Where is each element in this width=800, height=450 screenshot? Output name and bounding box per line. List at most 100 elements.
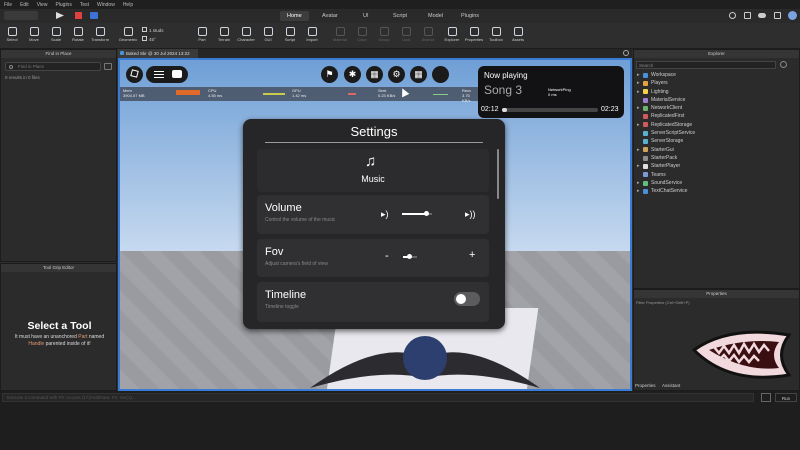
volume-slider-knob[interactable]: [424, 211, 430, 216]
stat-gpu[interactable]: GPU 1.42 ms: [292, 88, 306, 98]
assets-button[interactable]: Assets: [506, 25, 530, 47]
explorer-item[interactable]: ReplicatedFirst: [637, 112, 797, 120]
color-button[interactable]: Color: [350, 25, 374, 47]
menu-test[interactable]: Test: [80, 2, 89, 8]
collisions-field[interactable]: 1 studs: [142, 27, 182, 35]
menu-help[interactable]: Help: [123, 2, 133, 8]
find-search-input[interactable]: Find in Place: [5, 62, 101, 71]
explorer-filter-input[interactable]: Search: [636, 61, 776, 69]
settings-scrollbar[interactable]: [497, 149, 499, 199]
material-button[interactable]: Material: [328, 25, 352, 47]
share-icon[interactable]: [729, 12, 736, 19]
character-button[interactable]: Character: [234, 25, 258, 47]
tab-ui[interactable]: UI: [356, 11, 376, 21]
shopping-cart-button[interactable]: ▦: [410, 66, 427, 83]
command-bar-input[interactable]: Execute a command with F9: xx=pos (17)/A…: [2, 393, 754, 402]
explorer-item[interactable]: ServerScriptService: [637, 129, 797, 137]
avatar[interactable]: [788, 11, 797, 20]
grid-menu-button[interactable]: ▦: [366, 66, 383, 83]
group-button[interactable]: Group: [372, 25, 396, 47]
explorer-item[interactable]: ▸ SoundService: [637, 179, 797, 187]
explorer-item[interactable]: StarterPack: [637, 154, 797, 162]
toolbox-button[interactable]: Toolbox: [484, 25, 508, 47]
song-progress-bar[interactable]: [502, 108, 598, 112]
explorer-item[interactable]: ▸ StarterGui: [637, 146, 797, 154]
part-button[interactable]: Part: [190, 25, 214, 47]
device-icon[interactable]: [90, 12, 98, 19]
fov-slider-knob[interactable]: [406, 254, 412, 259]
hamburger-menu-icon[interactable]: [154, 71, 164, 78]
fov-slider-track[interactable]: [403, 254, 417, 259]
explorer-item[interactable]: MaterialService: [637, 96, 797, 104]
explorer-item[interactable]: Teams: [637, 171, 797, 179]
menu-file[interactable]: File: [4, 2, 12, 8]
explorer-item[interactable]: ▸ TextChatService: [637, 187, 797, 195]
checkbox-icon[interactable]: [142, 36, 147, 41]
properties-button[interactable]: Properties: [462, 25, 486, 47]
menu-edit[interactable]: Edit: [20, 2, 29, 8]
scale-tool-button[interactable]: Scale: [44, 25, 68, 47]
checkbox-icon[interactable]: [142, 27, 147, 32]
explorer-item[interactable]: ▸ Players: [637, 79, 797, 87]
blank-circle-button[interactable]: [432, 66, 449, 83]
stat-sent[interactable]: Sent 0.23 KB/s: [378, 88, 395, 98]
tab-home[interactable]: Home: [280, 11, 309, 21]
stat-mem[interactable]: Mem 3904.57 MB: [123, 88, 145, 98]
timeline-toggle[interactable]: [454, 292, 480, 306]
stop-icon[interactable]: [75, 12, 82, 19]
explorer-item[interactable]: ▸ Lighting: [637, 88, 797, 96]
explorer-item[interactable]: ▸ Workspace: [637, 71, 797, 79]
volume-slider-track[interactable]: [402, 211, 432, 216]
explorer-refresh-icon[interactable]: [780, 61, 787, 68]
explorer-item[interactable]: ▸ ReplicatedStorage: [637, 121, 797, 129]
explorer-button[interactable]: Explorer: [440, 25, 464, 47]
menu-plugins[interactable]: Plugins: [55, 2, 71, 8]
tab-avatar[interactable]: Avatar: [315, 11, 345, 21]
import-button[interactable]: Import: [300, 25, 324, 47]
properties-filter-input[interactable]: Filter Properties (Ctrl+Shift+P): [636, 300, 690, 305]
stat-cpu[interactable]: CPU 4.55 ms: [208, 88, 222, 98]
rotate-tool-button[interactable]: Rotate: [66, 25, 90, 47]
settings-gear-icon[interactable]: [623, 50, 629, 56]
emote-button[interactable]: ✱: [344, 66, 361, 83]
tab-assistant-bottom[interactable]: Assistant: [662, 383, 680, 388]
mode-dropdown[interactable]: [4, 11, 38, 20]
explorer-item[interactable]: ServerStorage: [637, 137, 797, 145]
history-icon[interactable]: [761, 393, 771, 402]
move-tool-button[interactable]: Move: [22, 25, 46, 47]
terrain-button[interactable]: Terrain: [212, 25, 236, 47]
shop-bag-button[interactable]: ⚑: [321, 66, 338, 83]
explorer-item[interactable]: ▸ StarterPlayer: [637, 162, 797, 170]
anchor-button[interactable]: Anchor: [416, 25, 440, 47]
cloud-icon[interactable]: [758, 13, 766, 18]
find-options-icon[interactable]: [104, 63, 112, 70]
tab-script[interactable]: Script: [386, 11, 414, 21]
gui-button[interactable]: GUI: [256, 25, 280, 47]
play-icon[interactable]: [56, 12, 64, 19]
transform-tool-button[interactable]: Transform: [88, 25, 112, 47]
explorer-item[interactable]: ▸ NetworkClient: [637, 104, 797, 112]
fov-minus-button[interactable]: -: [385, 250, 389, 262]
volume-down-icon[interactable]: ▸): [381, 209, 389, 220]
stat-recv[interactable]: Recv 3.75 KB/s: [462, 88, 478, 103]
document-tab[interactable]: Baked Skr @ 30 Jul 2024 13:22: [118, 49, 198, 58]
menu-window[interactable]: Window: [97, 2, 115, 8]
collab-icon[interactable]: [774, 12, 781, 19]
lock-button[interactable]: Lock: [394, 25, 418, 47]
geometric-tool-button[interactable]: Geometric: [116, 25, 140, 47]
settings-gear-button[interactable]: ⚙: [388, 66, 405, 83]
menu-view[interactable]: View: [37, 2, 48, 8]
rotate-step-field[interactable]: 45°: [142, 36, 182, 44]
volume-up-icon[interactable]: ▸)): [465, 209, 476, 220]
tab-properties-bottom[interactable]: Properties: [635, 383, 656, 388]
select-tool-button[interactable]: Select: [0, 25, 24, 47]
run-button[interactable]: Run: [775, 393, 797, 402]
screen-icon[interactable]: [744, 12, 751, 19]
music-category-tab[interactable]: ♫ Music: [257, 149, 489, 192]
tab-model[interactable]: Model: [421, 11, 450, 21]
tab-plugins[interactable]: Plugins: [454, 11, 486, 21]
fov-plus-button[interactable]: +: [469, 249, 475, 261]
chat-icon[interactable]: [172, 70, 182, 78]
roblox-menu-button[interactable]: [126, 66, 143, 83]
script-button[interactable]: Script: [278, 25, 302, 47]
